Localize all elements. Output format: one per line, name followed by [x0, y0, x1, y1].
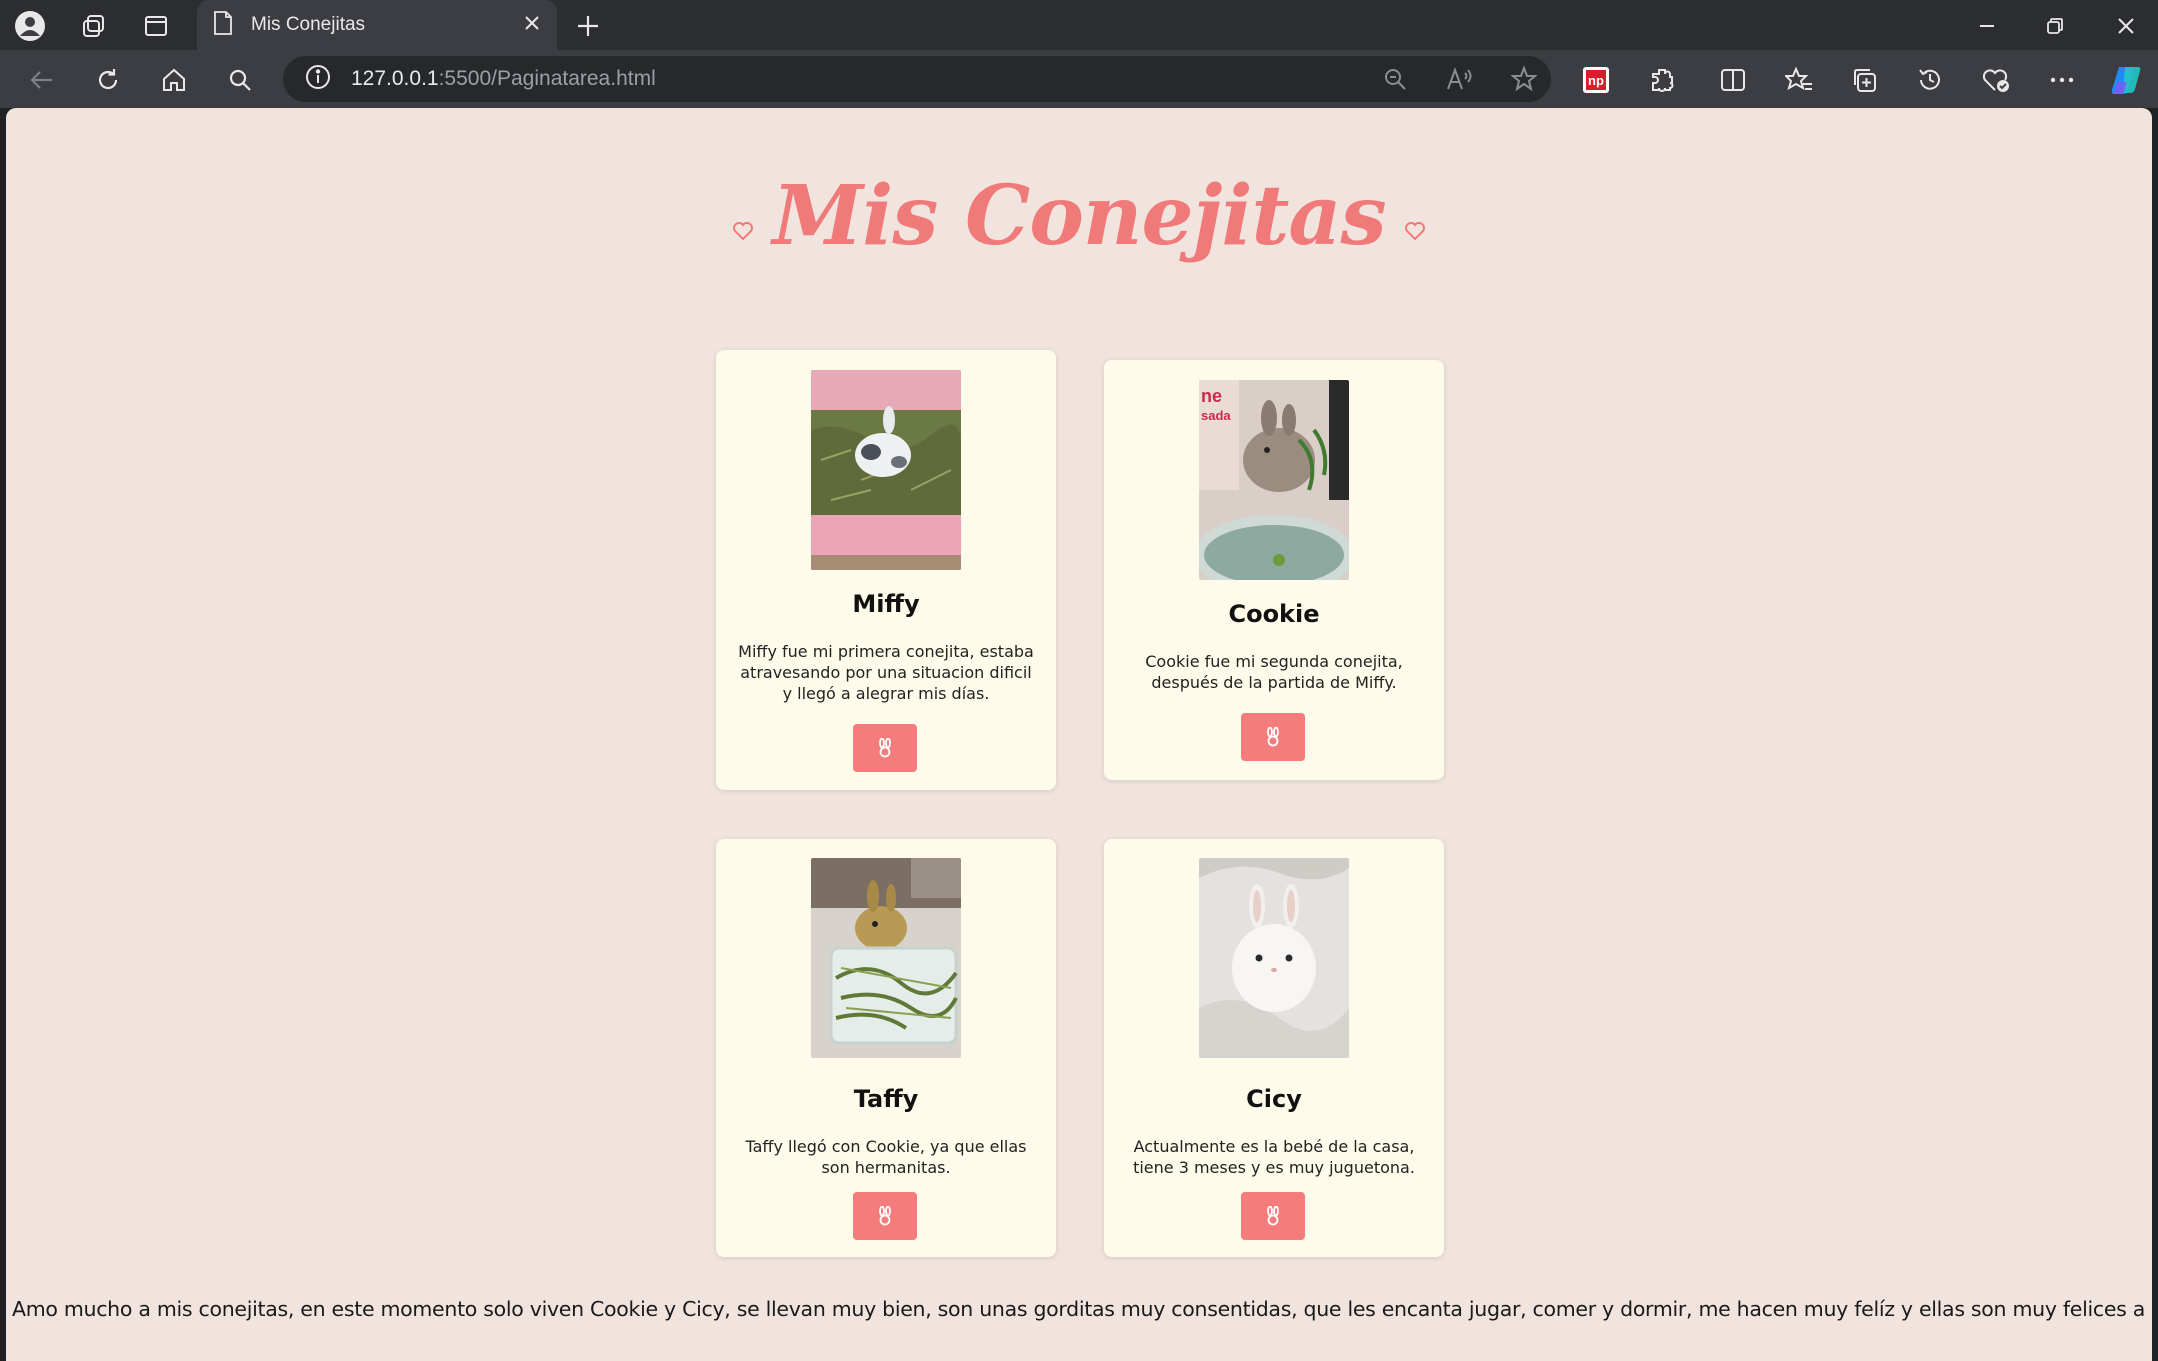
bunny-icon: [879, 1206, 891, 1226]
page-title: Mis Conejitas: [772, 168, 1386, 264]
refresh-icon[interactable]: [91, 63, 125, 97]
card-name: Cicy: [1246, 1085, 1302, 1113]
bunny-button[interactable]: [1241, 1192, 1305, 1240]
new-tab-icon[interactable]: [572, 10, 604, 42]
heart-icon: [1404, 222, 1425, 241]
bunny-button[interactable]: [1241, 713, 1305, 761]
minimize-icon[interactable]: [1969, 8, 2005, 44]
bunny-icon: [1267, 727, 1279, 747]
url-host: 127.0.0.1: [351, 67, 439, 90]
tab-actions-icon[interactable]: [140, 10, 172, 42]
svg-text:np: np: [1588, 73, 1604, 88]
zoom-out-icon[interactable]: [1380, 64, 1410, 94]
cicy-photo: [1199, 858, 1349, 1058]
bunny-card-cicy: Cicy Actualmente es la bebé de la casa, …: [1104, 839, 1444, 1257]
more-icon[interactable]: [2045, 63, 2079, 97]
browser-titlebar: Mis Conejitas: [0, 0, 2158, 50]
bunny-button[interactable]: [853, 724, 917, 772]
card-description: Cookie fue mi segunda conejita, después …: [1145, 652, 1403, 692]
site-info-icon[interactable]: [305, 64, 331, 94]
np-extension-icon[interactable]: np: [1579, 63, 1613, 97]
read-aloud-icon[interactable]: [1445, 64, 1475, 94]
collections-icon[interactable]: [1847, 63, 1881, 97]
tab-title: Mis Conejitas: [251, 14, 366, 35]
svg-text:ne: ne: [1201, 386, 1222, 406]
browser-essentials-icon[interactable]: [1979, 63, 2013, 97]
address-bar[interactable]: 127.0.0.1:5500/Paginatarea.html: [283, 56, 1551, 102]
card-name: Taffy: [853, 1085, 919, 1113]
split-screen-icon[interactable]: [1716, 63, 1750, 97]
card-description: Miffy fue mi primera conejita, estaba at…: [738, 642, 1034, 703]
card-name: Cookie: [1228, 600, 1320, 628]
restore-icon[interactable]: [2037, 8, 2073, 44]
page-viewport: Mis Conejitas Miffy Miffy fue mi primera…: [6, 108, 2152, 1361]
workspaces-icon[interactable]: [78, 10, 110, 42]
bunny-card-taffy: Taffy Taffy llegó con Cookie, ya que ell…: [716, 839, 1056, 1257]
bunny-icon: [1267, 1206, 1279, 1226]
bunny-card-miffy: Miffy Miffy fue mi primera conejita, est…: [716, 350, 1056, 790]
extensions-icon[interactable]: [1645, 63, 1679, 97]
card-name: Miffy: [852, 590, 920, 618]
card-description: Taffy llegó con Cookie, ya que ellas son…: [745, 1137, 1027, 1177]
back-icon[interactable]: [25, 63, 59, 97]
profile-icon[interactable]: [14, 10, 46, 42]
favorites-icon[interactable]: [1782, 63, 1816, 97]
bunny-button[interactable]: [853, 1192, 917, 1240]
bunny-icon: [879, 738, 891, 758]
taffy-photo: [811, 858, 961, 1058]
page-header: Mis Conejitas: [6, 168, 2152, 264]
copilot-icon[interactable]: [2109, 63, 2143, 97]
url-text[interactable]: 127.0.0.1:5500/Paginatarea.html: [351, 67, 656, 91]
active-tab[interactable]: Mis Conejitas: [197, 0, 557, 50]
miffy-photo: [811, 370, 961, 570]
history-icon[interactable]: [1913, 63, 1947, 97]
close-window-icon[interactable]: [2108, 8, 2144, 44]
card-description: Actualmente es la bebé de la casa, tiene…: [1133, 1137, 1415, 1177]
favorite-star-icon[interactable]: [1509, 64, 1539, 94]
search-icon[interactable]: [223, 63, 257, 97]
home-icon[interactable]: [157, 63, 191, 97]
svg-text:sada: sada: [1201, 408, 1231, 423]
footer-paragraph: Amo mucho a mis conejitas, en este momen…: [12, 1297, 2152, 1321]
close-tab-icon[interactable]: [523, 14, 541, 36]
url-path: :5500/Paginatarea.html: [438, 67, 656, 90]
browser-toolbar: 127.0.0.1:5500/Paginatarea.html np: [0, 50, 2158, 108]
heart-icon: [733, 222, 754, 241]
page-icon: [213, 11, 233, 39]
cookie-photo: ne sada: [1199, 380, 1349, 580]
bunny-card-cookie: ne sada Cookie Cookie fue mi segunda con…: [1104, 360, 1444, 780]
